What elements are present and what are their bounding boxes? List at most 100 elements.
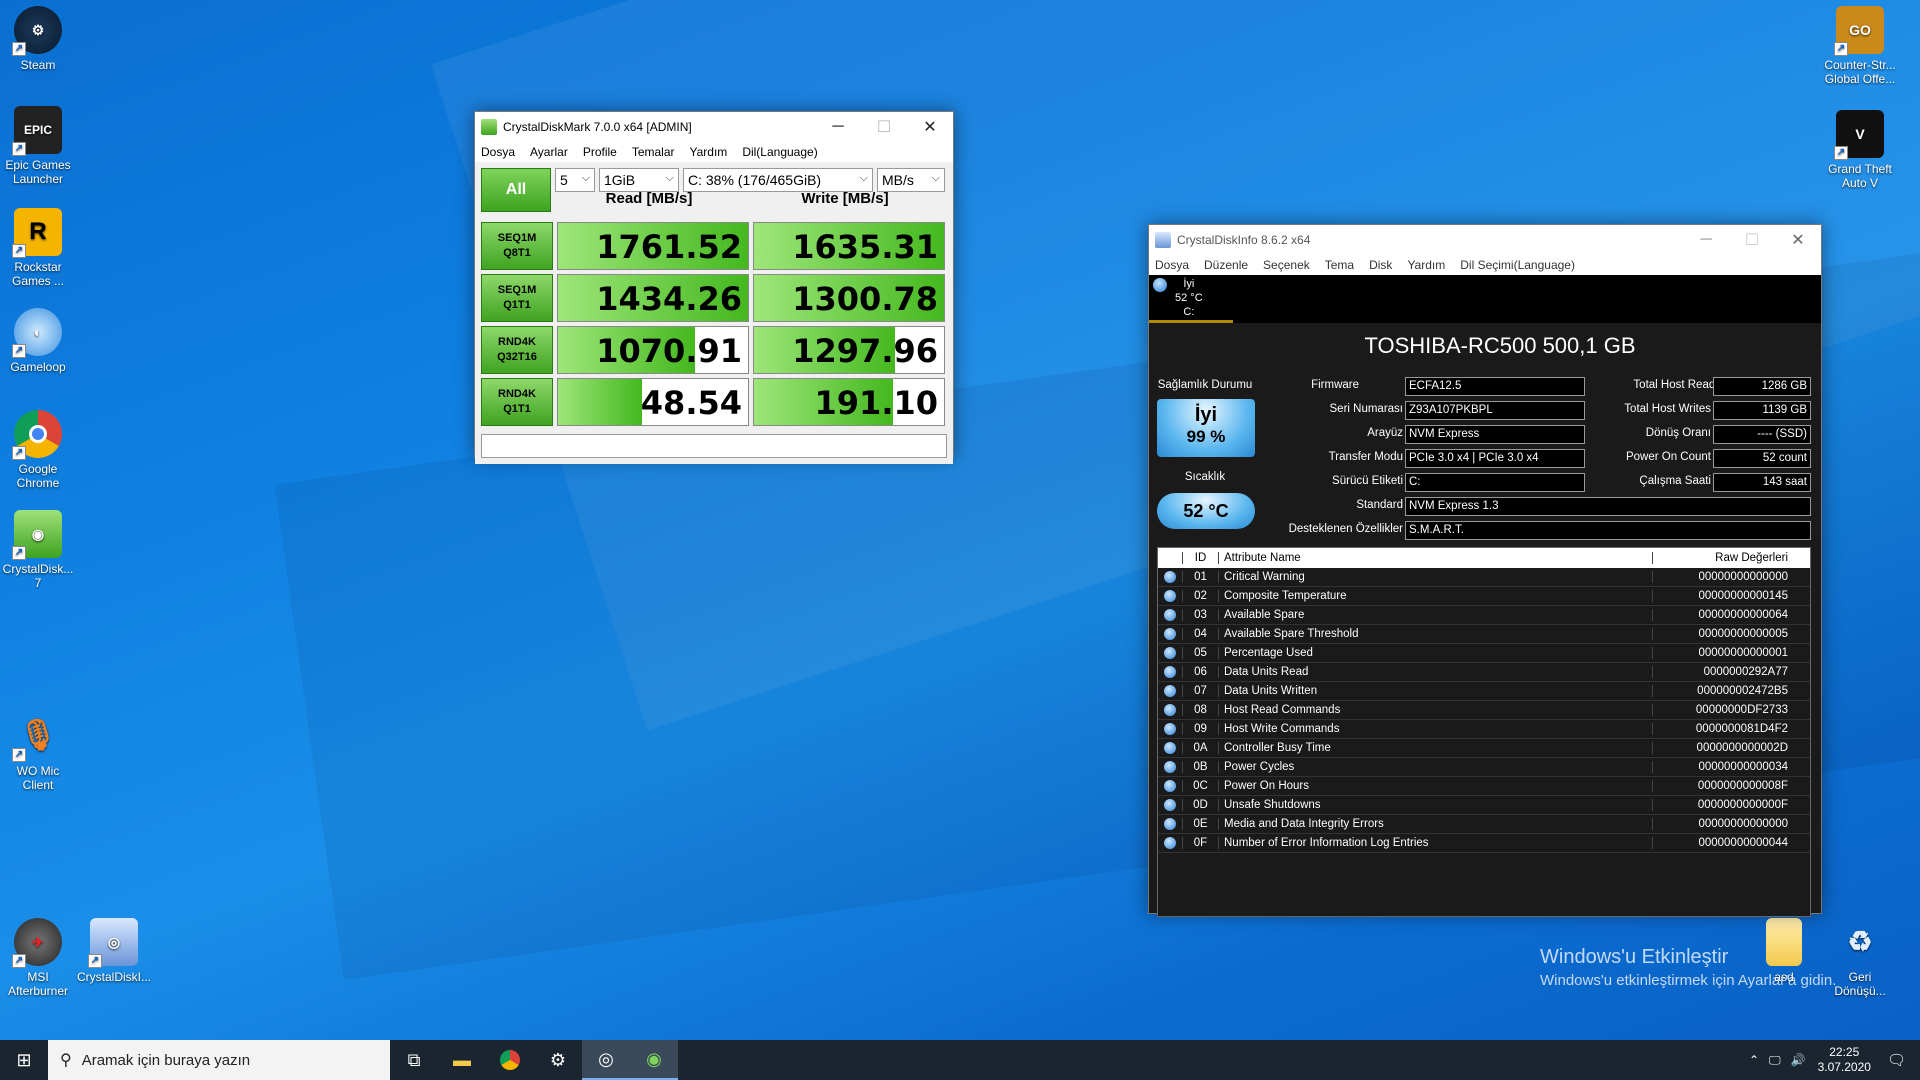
crystaldiskmark-window[interactable]: CrystalDiskMark 7.0.0 x64 [ADMIN] ─ ☐ ✕ … — [474, 111, 954, 464]
test-button[interactable]: SEQ1M Q8T1 — [481, 222, 553, 270]
unit-select[interactable]: MB/s ⌵ — [877, 168, 945, 192]
col-attribute-name[interactable]: Attribute Name — [1218, 552, 1652, 564]
smart-row[interactable]: 0C Power On Hours 0000000000008F — [1158, 777, 1810, 796]
minimize-icon[interactable]: ─ — [1683, 225, 1729, 255]
test-queue: Q1T1 — [503, 299, 531, 311]
desktop-icon-gameloop[interactable]: ◐ ↗ Gameloop — [0, 308, 76, 374]
test-button[interactable]: RND4K Q1T1 — [481, 378, 553, 426]
close-icon[interactable]: ✕ — [1775, 225, 1821, 255]
network-icon[interactable]: 🖵 — [1769, 1053, 1781, 1068]
menu-language[interactable]: Dil Seçimi(Language) — [1460, 258, 1575, 272]
smart-row[interactable]: 06 Data Units Read 0000000292A77 — [1158, 663, 1810, 682]
steam-icon[interactable]: ⚙ — [534, 1040, 582, 1080]
col-raw[interactable]: Raw Değerleri — [1652, 552, 1810, 564]
cdm-titlebar[interactable]: CrystalDiskMark 7.0.0 x64 [ADMIN] ─ ☐ ✕ — [475, 112, 953, 142]
maximize-icon[interactable]: ☐ — [861, 112, 907, 142]
test-button[interactable]: SEQ1M Q1T1 — [481, 274, 553, 322]
desktop-icon-rockstar[interactable]: R ↗ Rockstar Games ... — [0, 208, 76, 288]
read-result: 1434.26 — [557, 274, 749, 322]
clock-date[interactable]: 3.07.2020 — [1818, 1060, 1871, 1075]
menu-disk[interactable]: Disk — [1369, 258, 1392, 272]
smart-attribute: Host Write Commands — [1218, 723, 1652, 735]
smart-row[interactable]: 0F Number of Error Information Log Entri… — [1158, 834, 1810, 853]
temperature-pill[interactable]: 52 °C — [1157, 493, 1255, 529]
chrome-icon[interactable] — [486, 1040, 534, 1080]
crystaldiskmark-taskbar-icon[interactable]: ◉ — [630, 1040, 678, 1080]
smart-row[interactable]: 0B Power Cycles 00000000000034 — [1158, 758, 1810, 777]
smart-row[interactable]: 03 Available Spare 00000000000064 — [1158, 606, 1810, 625]
desktop-icon-crystaldiskinfo[interactable]: ◎ ↗ CrystalDiskI... — [76, 918, 152, 984]
windows-start-icon[interactable]: ⊞ — [0, 1040, 48, 1080]
menu-dosya[interactable]: Dosya — [1155, 258, 1189, 272]
close-icon[interactable]: ✕ — [907, 112, 953, 142]
transfer-field: PCIe 3.0 x4 | PCIe 3.0 x4 — [1405, 449, 1585, 468]
smart-table[interactable]: ID Attribute Name Raw Değerleri 01 Criti… — [1157, 547, 1811, 917]
desktop-icon-crystaldiskmark[interactable]: ◉ ↗ CrystalDisk... 7 — [0, 510, 76, 590]
chevron-up-icon[interactable]: ⌃ — [1749, 1053, 1759, 1067]
active-tab-indicator — [1149, 320, 1233, 323]
smart-row[interactable]: 0E Media and Data Integrity Errors 00000… — [1158, 815, 1810, 834]
menu-tema[interactable]: Tema — [1325, 258, 1354, 272]
col-id[interactable]: ID — [1182, 552, 1218, 564]
menu-profile[interactable]: Profile — [583, 145, 617, 159]
health-status-pill[interactable]: İyi 99 % — [1157, 399, 1255, 457]
smart-row[interactable]: 04 Available Spare Threshold 00000000000… — [1158, 625, 1810, 644]
desktop-icon-gta5[interactable]: V ↗ Grand Theft Auto V — [1822, 110, 1898, 190]
smart-row[interactable]: 01 Critical Warning 00000000000000 — [1158, 568, 1810, 587]
afterburner-icon: ✈ ↗ — [12, 918, 62, 968]
desktop-icon-chrome[interactable]: ↗ Google Chrome — [0, 410, 76, 490]
smart-raw: 00000000000000 — [1652, 818, 1810, 830]
disk-tab-temp: 52 °C — [1175, 292, 1203, 304]
smart-row[interactable]: 07 Data Units Written 000000002472B5 — [1158, 682, 1810, 701]
cdi-titlebar[interactable]: CrystalDiskInfo 8.6.2 x64 ─ ☐ ✕ — [1149, 225, 1821, 255]
taskbar-search[interactable]: ⚲ Aramak için buraya yazın — [48, 1040, 390, 1080]
smart-row[interactable]: 0D Unsafe Shutdowns 0000000000000F — [1158, 796, 1810, 815]
disk-tab-c[interactable]: İyi 52 °C C: — [1149, 275, 1233, 323]
smart-row[interactable]: 09 Host Write Commands 0000000081D4F2 — [1158, 720, 1810, 739]
menu-secenek[interactable]: Seçenek — [1263, 258, 1310, 272]
desktop-icon-epic[interactable]: EPIC ↗ Epic Games Launcher — [0, 106, 76, 186]
smart-row[interactable]: 0A Controller Busy Time 0000000000002D — [1158, 739, 1810, 758]
desktop-icon-steam[interactable]: ⚙ ↗ Steam — [0, 6, 76, 72]
menu-language[interactable]: Dil(Language) — [742, 145, 817, 159]
status-dot-icon — [1164, 818, 1176, 830]
notification-icon[interactable]: 🗨 — [1887, 1051, 1906, 1069]
smart-raw: 000000002472B5 — [1652, 685, 1810, 697]
clock-time[interactable]: 22:25 — [1818, 1045, 1871, 1060]
crystaldiskinfo-window[interactable]: CrystalDiskInfo 8.6.2 x64 ─ ☐ ✕ Dosya Dü… — [1148, 224, 1822, 917]
test-name: SEQ1M — [497, 232, 537, 244]
menu-temalar[interactable]: Temalar — [632, 145, 675, 159]
smart-row[interactable]: 05 Percentage Used 00000000000001 — [1158, 644, 1810, 663]
power-on-count-field: 52 count — [1713, 449, 1811, 468]
count-select[interactable]: 5 ⌵ — [555, 168, 595, 192]
smart-raw: 0000000081D4F2 — [1652, 723, 1810, 735]
smart-attribute: Percentage Used — [1218, 647, 1652, 659]
disk-model-title: TOSHIBA-RC500 500,1 GB — [1364, 333, 1636, 358]
smart-row[interactable]: 02 Composite Temperature 00000000000145 — [1158, 587, 1810, 606]
file-explorer-icon[interactable]: ▬ — [438, 1040, 486, 1080]
drive-select[interactable]: C: 38% (176/465GiB) ⌵ — [683, 168, 873, 192]
task-view-icon[interactable]: ⧉ — [390, 1040, 438, 1080]
status-dot-icon — [1164, 799, 1176, 811]
test-button[interactable]: RND4K Q32T16 — [481, 326, 553, 374]
menu-ayarlar[interactable]: Ayarlar — [530, 145, 568, 159]
volume-icon[interactable]: 🔊 — [1791, 1053, 1806, 1067]
desktop-icon-csgo[interactable]: GO ↗ Counter-Str... Global Offe... — [1822, 6, 1898, 86]
size-select[interactable]: 1GiB ⌵ — [599, 168, 679, 192]
maximize-icon[interactable]: ☐ — [1729, 225, 1775, 255]
desktop-icon-womic[interactable]: 🎙 ↗ WO Mic Client — [0, 712, 76, 792]
minimize-icon[interactable]: ─ — [815, 112, 861, 142]
desktop-icon-label: Grand Theft Auto V — [1828, 162, 1892, 190]
menu-yardim[interactable]: Yardım — [1407, 258, 1445, 272]
smart-row[interactable]: 08 Host Read Commands 00000000DF2733 — [1158, 701, 1810, 720]
power-on-count-label: Power On Count — [1625, 451, 1711, 463]
all-button[interactable]: All — [481, 168, 551, 212]
menu-dosya[interactable]: Dosya — [481, 145, 515, 159]
standard-label: Standard — [1356, 499, 1403, 511]
menu-duzenle[interactable]: Düzenle — [1204, 258, 1248, 272]
test-queue: Q32T16 — [497, 351, 537, 363]
disk-tab-strip: İyi 52 °C C: — [1149, 275, 1821, 323]
crystaldiskinfo-taskbar-icon[interactable]: ◎ — [582, 1040, 630, 1080]
menu-yardim[interactable]: Yardım — [690, 145, 728, 159]
desktop-icon-msi-afterburner[interactable]: ✈ ↗ MSI Afterburner — [0, 918, 76, 998]
